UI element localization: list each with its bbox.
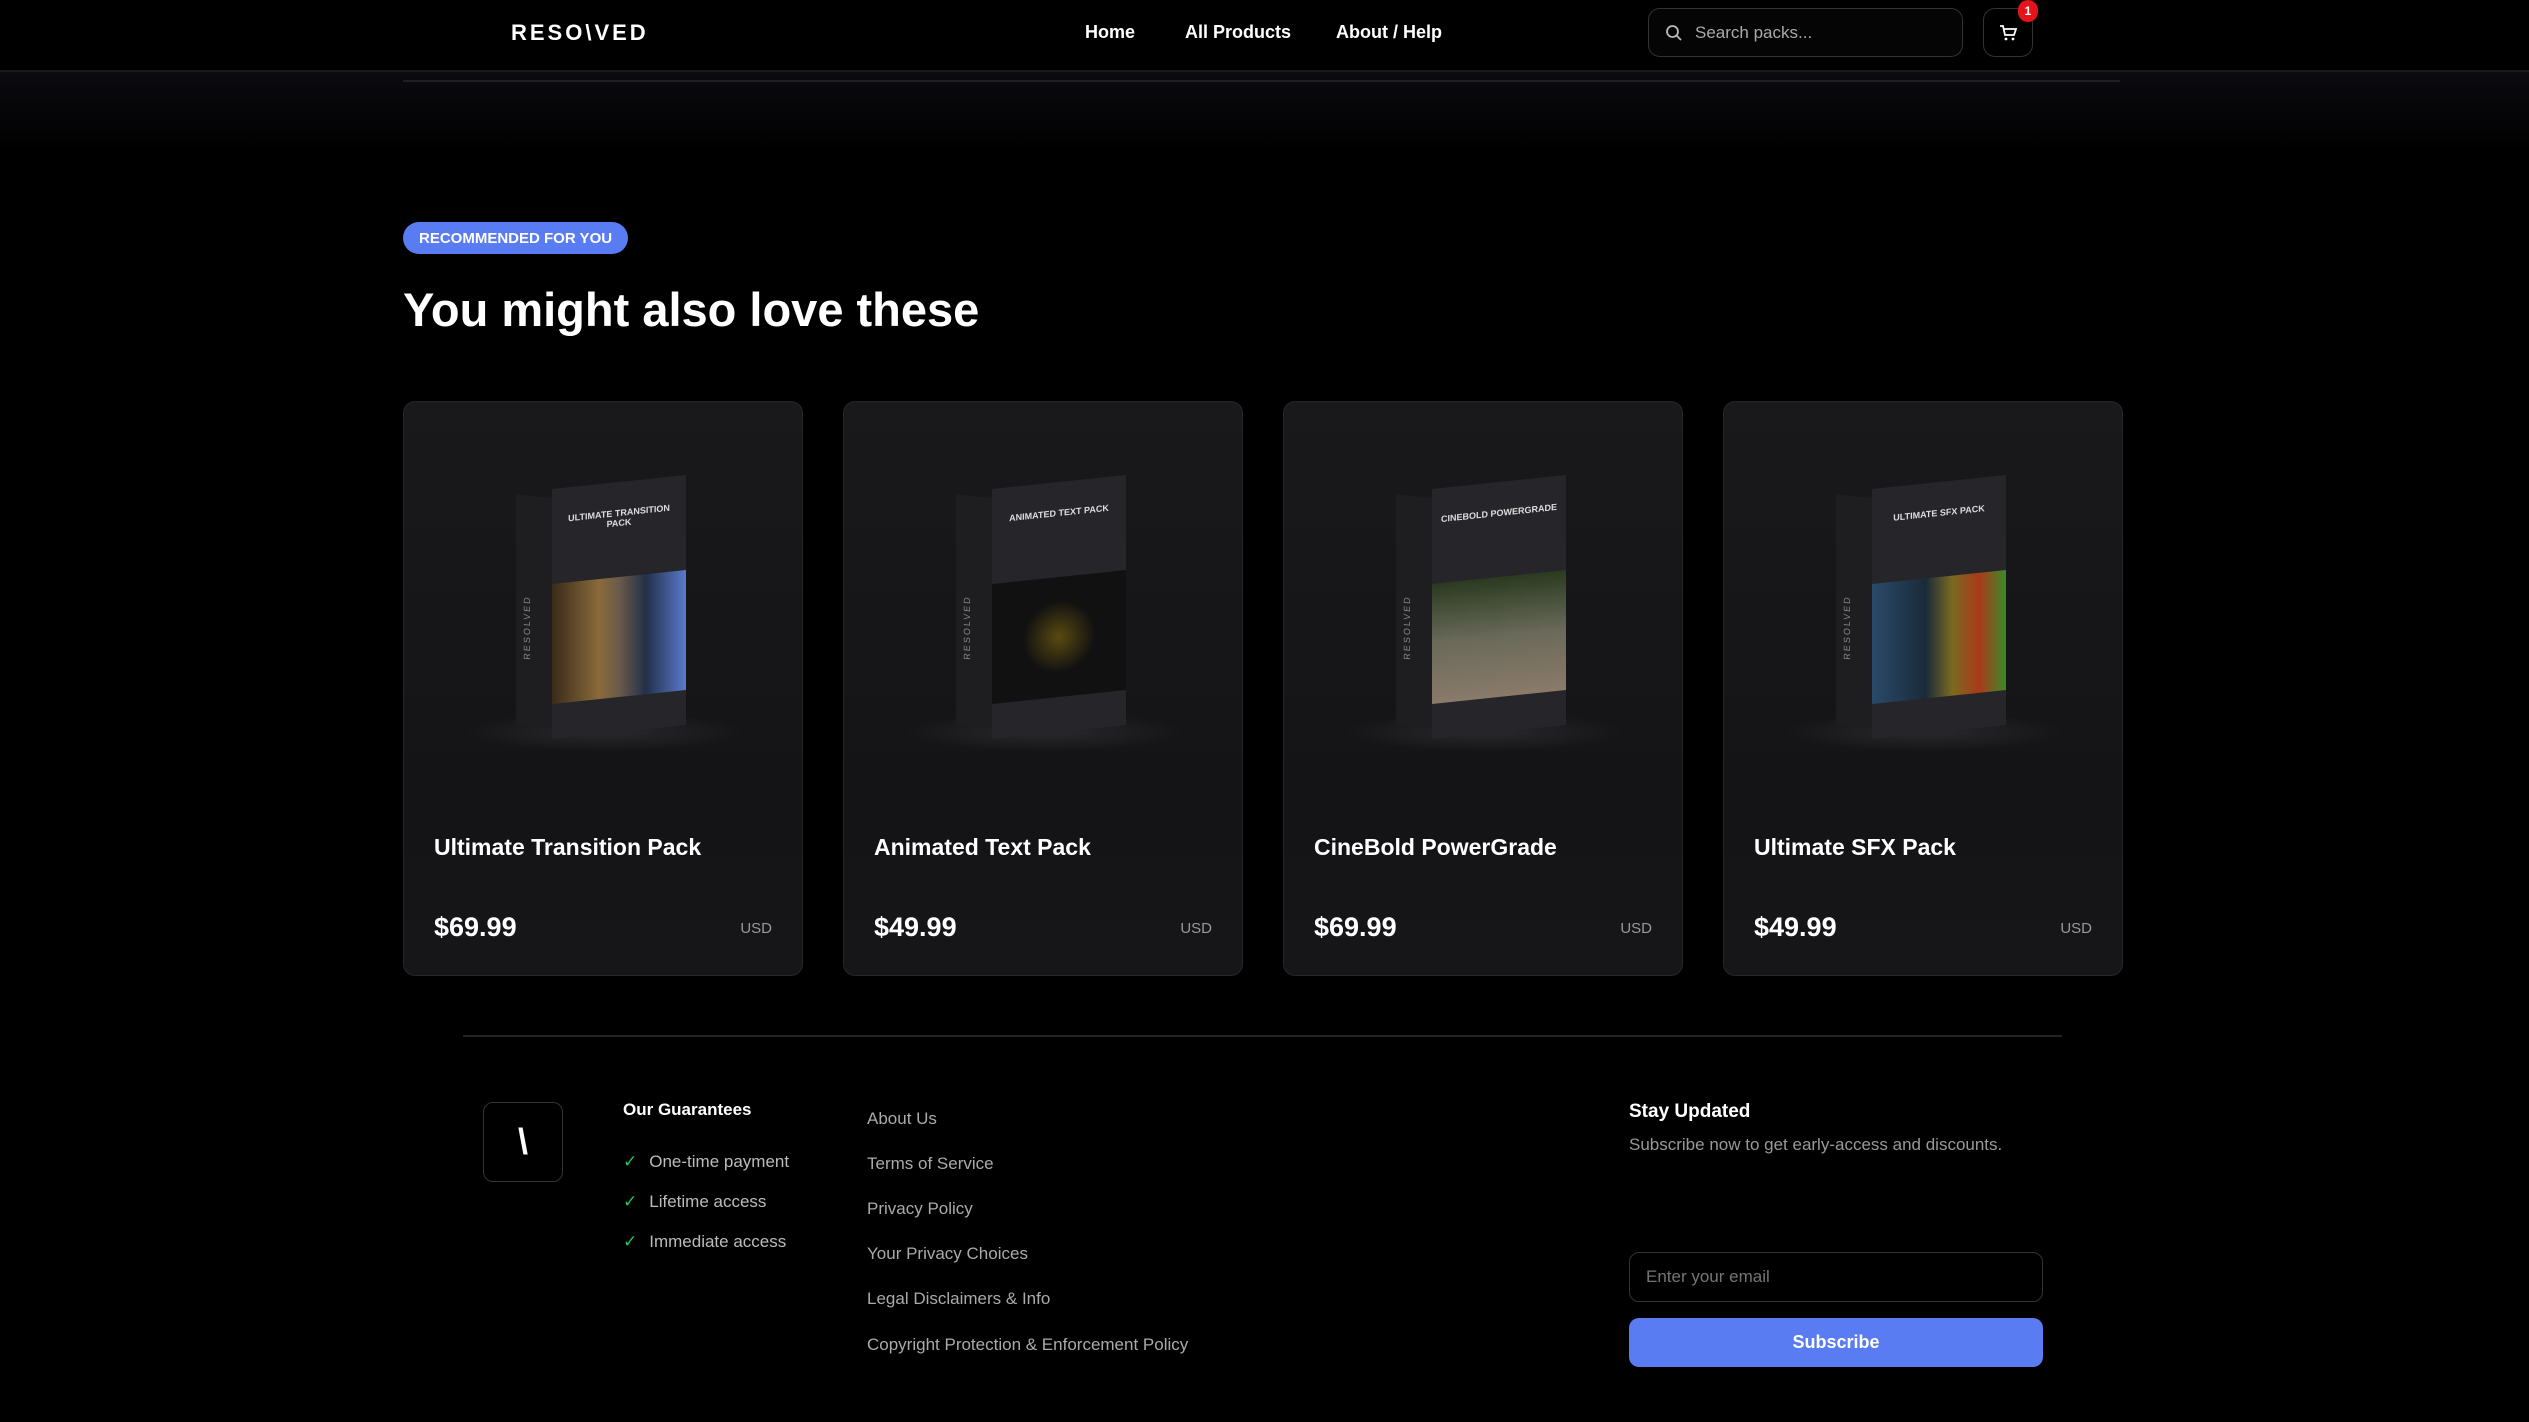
product-image: RESOLVED ULTIMATE SFX PACK [1836, 474, 2006, 740]
cart-icon [2000, 24, 2018, 40]
product-image: RESOLVED ANIMATED TEXT PACK [956, 474, 1126, 740]
nav-home[interactable]: Home [1085, 22, 1135, 43]
nav-about-help[interactable]: About / Help [1336, 22, 1442, 43]
product-name[interactable]: CineBold PowerGrade [1314, 834, 1557, 861]
check-icon: ✓ [623, 1232, 638, 1251]
footer-link-privacy-choices[interactable]: Your Privacy Choices [867, 1244, 1028, 1264]
product-image: RESOLVED ULTIMATE TRANSITION PACK [516, 474, 686, 740]
nav-all-products[interactable]: All Products [1185, 22, 1291, 43]
guarantee-item: ✓ One-time payment [623, 1152, 789, 1172]
product-name[interactable]: Ultimate SFX Pack [1754, 834, 1956, 861]
box-title: ULTIMATE TRANSITION PACK [568, 502, 670, 530]
product-name[interactable]: Animated Text Pack [874, 834, 1091, 861]
footer-link-privacy[interactable]: Privacy Policy [867, 1199, 973, 1219]
product-currency: USD [1180, 920, 1212, 937]
cart-count-badge: 1 [2018, 0, 2038, 22]
product-currency: USD [1620, 920, 1652, 937]
guarantee-label: One-time payment [649, 1152, 790, 1171]
top-nav: RESO\VED Home All Products About / Help … [0, 0, 2529, 72]
footer-logo[interactable]: \ [483, 1102, 563, 1182]
recommended-badge: RECOMMENDED FOR YOU [403, 222, 629, 254]
product-card[interactable]: RESOLVED ULTIMATE SFX PACK Ultimate SFX … [1723, 401, 2123, 976]
box-brand: RESOLVED [522, 594, 532, 661]
divider [403, 80, 2120, 82]
guarantee-item: ✓ Lifetime access [623, 1192, 766, 1212]
footer-link-about[interactable]: About Us [867, 1109, 937, 1129]
guarantee-label: Immediate access [649, 1232, 787, 1251]
footer-link-terms[interactable]: Terms of Service [867, 1154, 994, 1174]
footer-link-legal[interactable]: Legal Disclaimers & Info [867, 1289, 1050, 1309]
product-image: RESOLVED CINEBOLD POWERGRADE [1396, 474, 1566, 740]
box-title: ANIMATED TEXT PACK [1009, 502, 1109, 524]
guarantees-title: Our Guarantees [623, 1100, 752, 1119]
email-input[interactable] [1629, 1252, 2043, 1302]
guarantee-item: ✓ Immediate access [623, 1232, 786, 1252]
check-icon: ✓ [623, 1152, 638, 1171]
guarantee-label: Lifetime access [649, 1192, 767, 1211]
section-title: You might also love these [403, 283, 980, 336]
search-icon [1666, 24, 1682, 41]
brand-logo[interactable]: RESO\VED [511, 20, 649, 46]
product-name[interactable]: Ultimate Transition Pack [434, 834, 701, 861]
product-price: $69.99 [434, 912, 517, 942]
box-title: ULTIMATE SFX PACK [1893, 503, 1985, 523]
product-currency: USD [2060, 920, 2092, 937]
box-brand: RESOLVED [1402, 594, 1412, 661]
box-title: CINEBOLD POWERGRADE [1440, 501, 1557, 525]
search-input[interactable]: Search packs... [1648, 8, 1963, 57]
product-currency: USD [740, 920, 772, 937]
footer-link-copyright[interactable]: Copyright Protection & Enforcement Polic… [867, 1335, 1188, 1355]
box-brand: RESOLVED [1842, 594, 1852, 661]
product-card[interactable]: RESOLVED ULTIMATE TRANSITION PACK Ultima… [403, 401, 803, 976]
subscribe-button[interactable]: Subscribe [1629, 1318, 2043, 1367]
footer-divider [463, 1035, 2062, 1037]
newsletter-title: Stay Updated [1629, 1101, 1751, 1122]
product-price: $69.99 [1314, 912, 1397, 942]
product-card[interactable]: RESOLVED CINEBOLD POWERGRADE CineBold Po… [1283, 401, 1683, 976]
product-card[interactable]: RESOLVED ANIMATED TEXT PACK Animated Tex… [843, 401, 1243, 976]
newsletter-text: Subscribe now to get early-access and di… [1629, 1135, 2003, 1154]
check-icon: ✓ [623, 1192, 638, 1211]
product-price: $49.99 [1754, 912, 1837, 942]
search-placeholder: Search packs... [1695, 22, 1813, 42]
box-brand: RESOLVED [962, 594, 972, 661]
product-price: $49.99 [874, 912, 957, 942]
header-band [0, 72, 2529, 152]
